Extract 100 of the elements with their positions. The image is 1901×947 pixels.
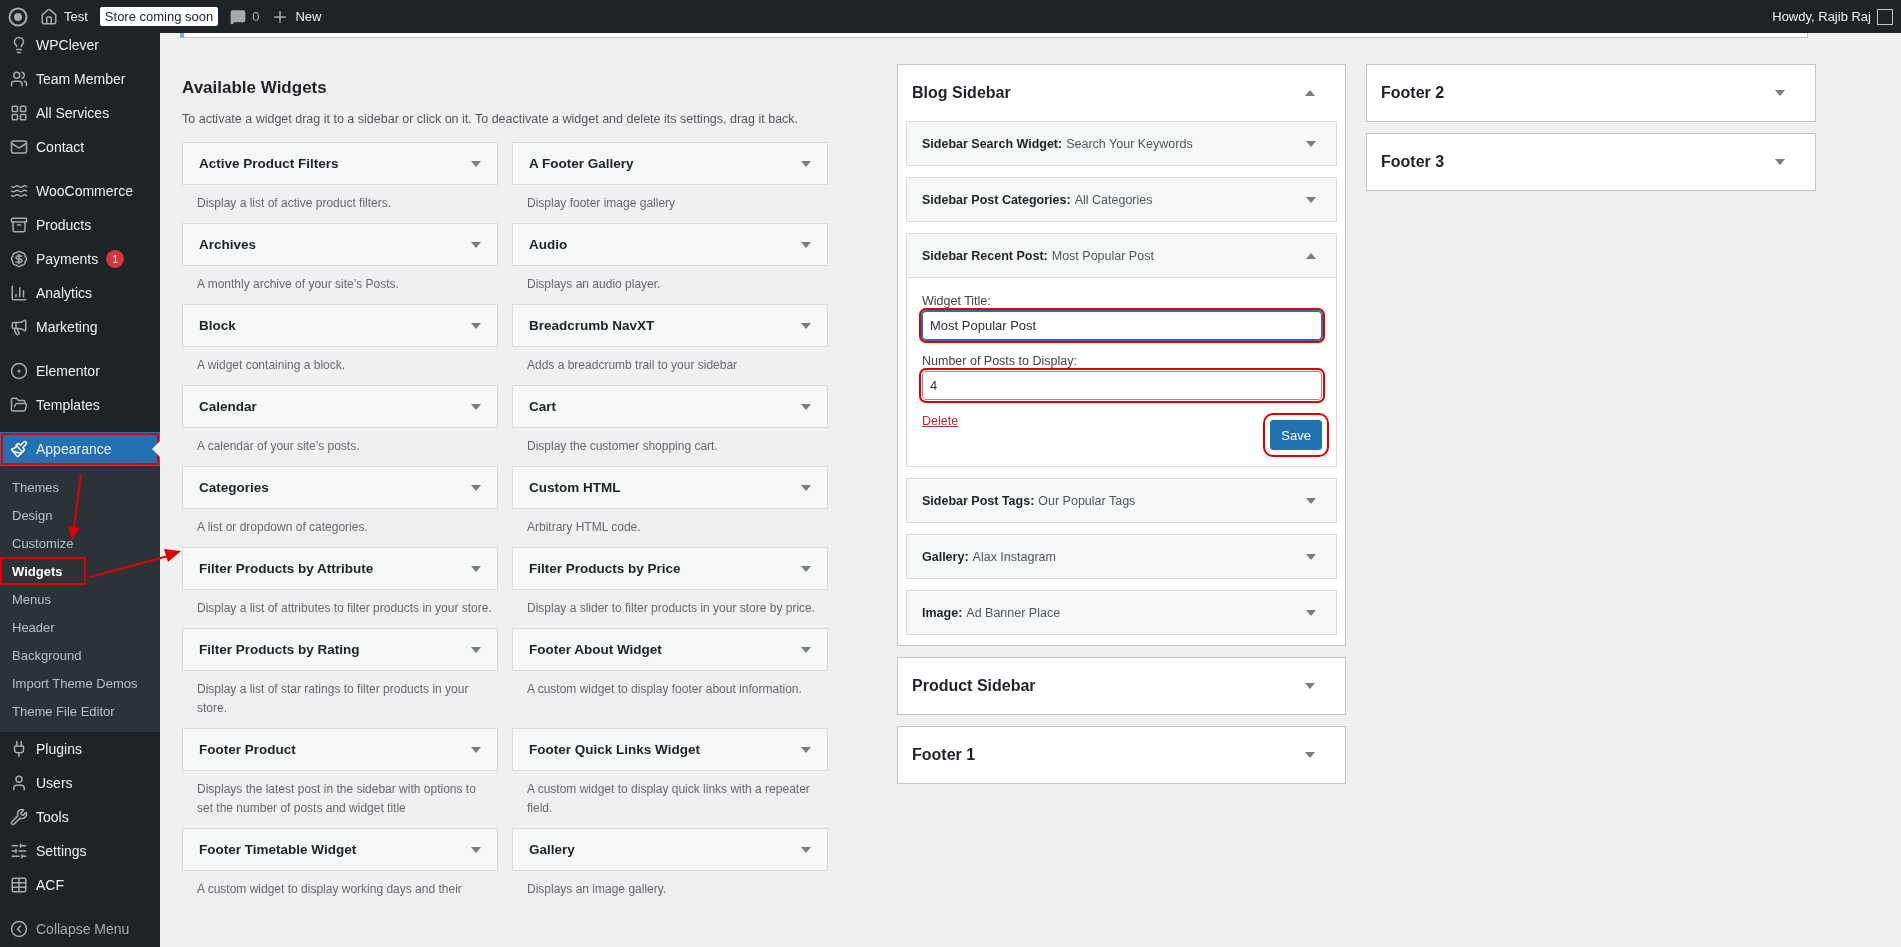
widget-item[interactable]: Calendar xyxy=(182,385,498,428)
avatar[interactable] xyxy=(1877,8,1893,25)
widget-item[interactable]: Footer Product xyxy=(182,728,498,771)
menu-item[interactable]: Marketing xyxy=(0,310,160,344)
section-title: Available Widgets xyxy=(182,78,328,98)
menu-item[interactable]: WooCommerce xyxy=(0,174,160,208)
new-link[interactable]: New xyxy=(295,9,322,24)
delete-link[interactable]: Delete xyxy=(922,414,959,428)
menu-item[interactable]: Products xyxy=(0,208,160,242)
widget-header[interactable]: Sidebar Search Widget: Search Your Keywords xyxy=(907,122,1336,165)
widget-header[interactable]: Image: Ad Banner Place xyxy=(907,591,1336,634)
widget-area-title[interactable]: Footer 2 xyxy=(1381,84,1445,102)
caret-down-icon[interactable] xyxy=(471,241,481,248)
caret-down-icon[interactable] xyxy=(1305,752,1315,758)
text-input-field[interactable]: 4 xyxy=(922,371,1322,400)
submenu-item[interactable]: Header xyxy=(0,613,160,641)
caret-down-icon[interactable] xyxy=(471,746,481,753)
caret-down-icon[interactable] xyxy=(801,746,811,753)
submenu-item[interactable]: Design xyxy=(0,501,160,529)
caret-down-icon[interactable] xyxy=(801,646,811,653)
menu-item[interactable]: Contact xyxy=(0,130,160,164)
menu-item[interactable]: Team Member xyxy=(0,62,160,96)
widget-item[interactable]: Cart xyxy=(512,385,828,428)
text-input-field[interactable]: Most Popular Post xyxy=(922,311,1322,340)
menu-item[interactable]: Elementor xyxy=(0,354,160,388)
caret-down-icon[interactable] xyxy=(1305,683,1315,689)
caret-down-icon[interactable] xyxy=(471,160,481,167)
widget-item[interactable]: Archives xyxy=(182,223,498,266)
submenu-item[interactable]: Customize xyxy=(0,529,160,557)
widget-item[interactable]: Footer Quick Links Widget xyxy=(512,728,828,771)
widget-area-title[interactable]: Footer 3 xyxy=(1381,153,1445,171)
wave-icon xyxy=(10,182,28,200)
caret-down-icon[interactable] xyxy=(1306,497,1316,504)
widget-item[interactable]: A Footer Gallery xyxy=(512,142,828,185)
widget-item[interactable]: Footer About Widget xyxy=(512,628,828,671)
menu-item[interactable]: Analytics xyxy=(0,276,160,310)
widget-item[interactable]: Footer Timetable Widget xyxy=(182,828,498,871)
caret-down-icon[interactable] xyxy=(1775,159,1785,165)
caret-down-icon[interactable] xyxy=(801,484,811,491)
caret-down-icon[interactable] xyxy=(471,484,481,491)
caret-down-icon[interactable] xyxy=(471,846,481,853)
caret-down-icon[interactable] xyxy=(1306,553,1316,560)
caret-down-icon[interactable] xyxy=(801,403,811,410)
widget-item[interactable]: Filter Products by Price xyxy=(512,547,828,590)
caret-down-icon[interactable] xyxy=(801,241,811,248)
home-icon[interactable] xyxy=(40,7,58,26)
widget-item[interactable]: Active Product Filters xyxy=(182,142,498,185)
collapse-menu-button[interactable]: Collapse Menu xyxy=(0,912,160,946)
widget-item[interactable]: Audio xyxy=(512,223,828,266)
submenu-item[interactable]: Background xyxy=(0,641,160,669)
caret-up-icon[interactable] xyxy=(1305,90,1315,96)
widget-item[interactable]: Gallery xyxy=(512,828,828,871)
menu-item[interactable]: Settings xyxy=(0,834,160,868)
caret-down-icon[interactable] xyxy=(801,565,811,572)
greeting-link[interactable]: Howdy, Rajib Raj xyxy=(1772,9,1871,24)
menu-item[interactable]: All Services xyxy=(0,96,160,130)
menu-item[interactable]: WPClever xyxy=(0,28,160,62)
menu-item[interactable]: Plugins xyxy=(0,732,160,766)
caret-down-icon[interactable] xyxy=(471,565,481,572)
comment-icon[interactable] xyxy=(230,8,247,25)
widget-header[interactable]: Sidebar Recent Post: Most Popular Post xyxy=(907,234,1336,277)
widget-header[interactable]: Gallery: Alax Instagram xyxy=(907,535,1336,578)
widget-item[interactable]: Filter Products by Attribute xyxy=(182,547,498,590)
caret-down-icon[interactable] xyxy=(1306,196,1316,203)
caret-down-icon[interactable] xyxy=(471,646,481,653)
menu-item[interactable]: ACF xyxy=(0,868,160,902)
widget-name: Sidebar Recent Post: xyxy=(922,248,1048,263)
widget-item[interactable]: Breadcrumb NavXT xyxy=(512,304,828,347)
submenu-item[interactable]: Menus xyxy=(0,585,160,613)
widget-name: Image: xyxy=(922,605,963,620)
menu-item[interactable]: Payments 1 xyxy=(0,242,160,276)
widget-header[interactable]: Sidebar Post Tags: Our Popular Tags xyxy=(907,479,1336,522)
caret-down-icon[interactable] xyxy=(801,846,811,853)
menu-item[interactable]: Tools xyxy=(0,800,160,834)
submenu-item[interactable]: Themes xyxy=(0,473,160,501)
caret-down-icon[interactable] xyxy=(1775,90,1785,96)
widget-title: All Categories xyxy=(1074,192,1154,207)
submenu-item[interactable]: Import Theme Demos xyxy=(0,669,160,697)
caret-down-icon[interactable] xyxy=(1306,609,1316,616)
menu-item[interactable]: Users xyxy=(0,766,160,800)
logo-icon[interactable] xyxy=(8,6,28,27)
menu-item[interactable]: Templates xyxy=(0,388,160,422)
widget-item[interactable]: Filter Products by Rating xyxy=(182,628,498,671)
widget-area-title[interactable]: Product Sidebar xyxy=(912,677,1036,695)
caret-down-icon[interactable] xyxy=(801,322,811,329)
caret-down-icon[interactable] xyxy=(471,322,481,329)
menu-item[interactable]: Appearance xyxy=(0,432,160,466)
widget-area-title[interactable]: Footer 1 xyxy=(912,746,976,764)
widget-item[interactable]: Block xyxy=(182,304,498,347)
site-name-link[interactable]: Test xyxy=(64,9,88,24)
widget-item[interactable]: Custom HTML xyxy=(512,466,828,509)
widget-header[interactable]: Sidebar Post Categories: All Categories xyxy=(907,178,1336,221)
submenu-item[interactable]: Theme File Editor xyxy=(0,697,160,725)
caret-down-icon[interactable] xyxy=(801,160,811,167)
widget-area-title[interactable]: Blog Sidebar xyxy=(912,84,1011,102)
caret-down-icon[interactable] xyxy=(471,403,481,410)
widget-item[interactable]: Categories xyxy=(182,466,498,509)
caret-up-icon[interactable] xyxy=(1306,252,1316,259)
submenu-item[interactable]: Widgets xyxy=(0,557,86,585)
caret-down-icon[interactable] xyxy=(1306,140,1316,147)
